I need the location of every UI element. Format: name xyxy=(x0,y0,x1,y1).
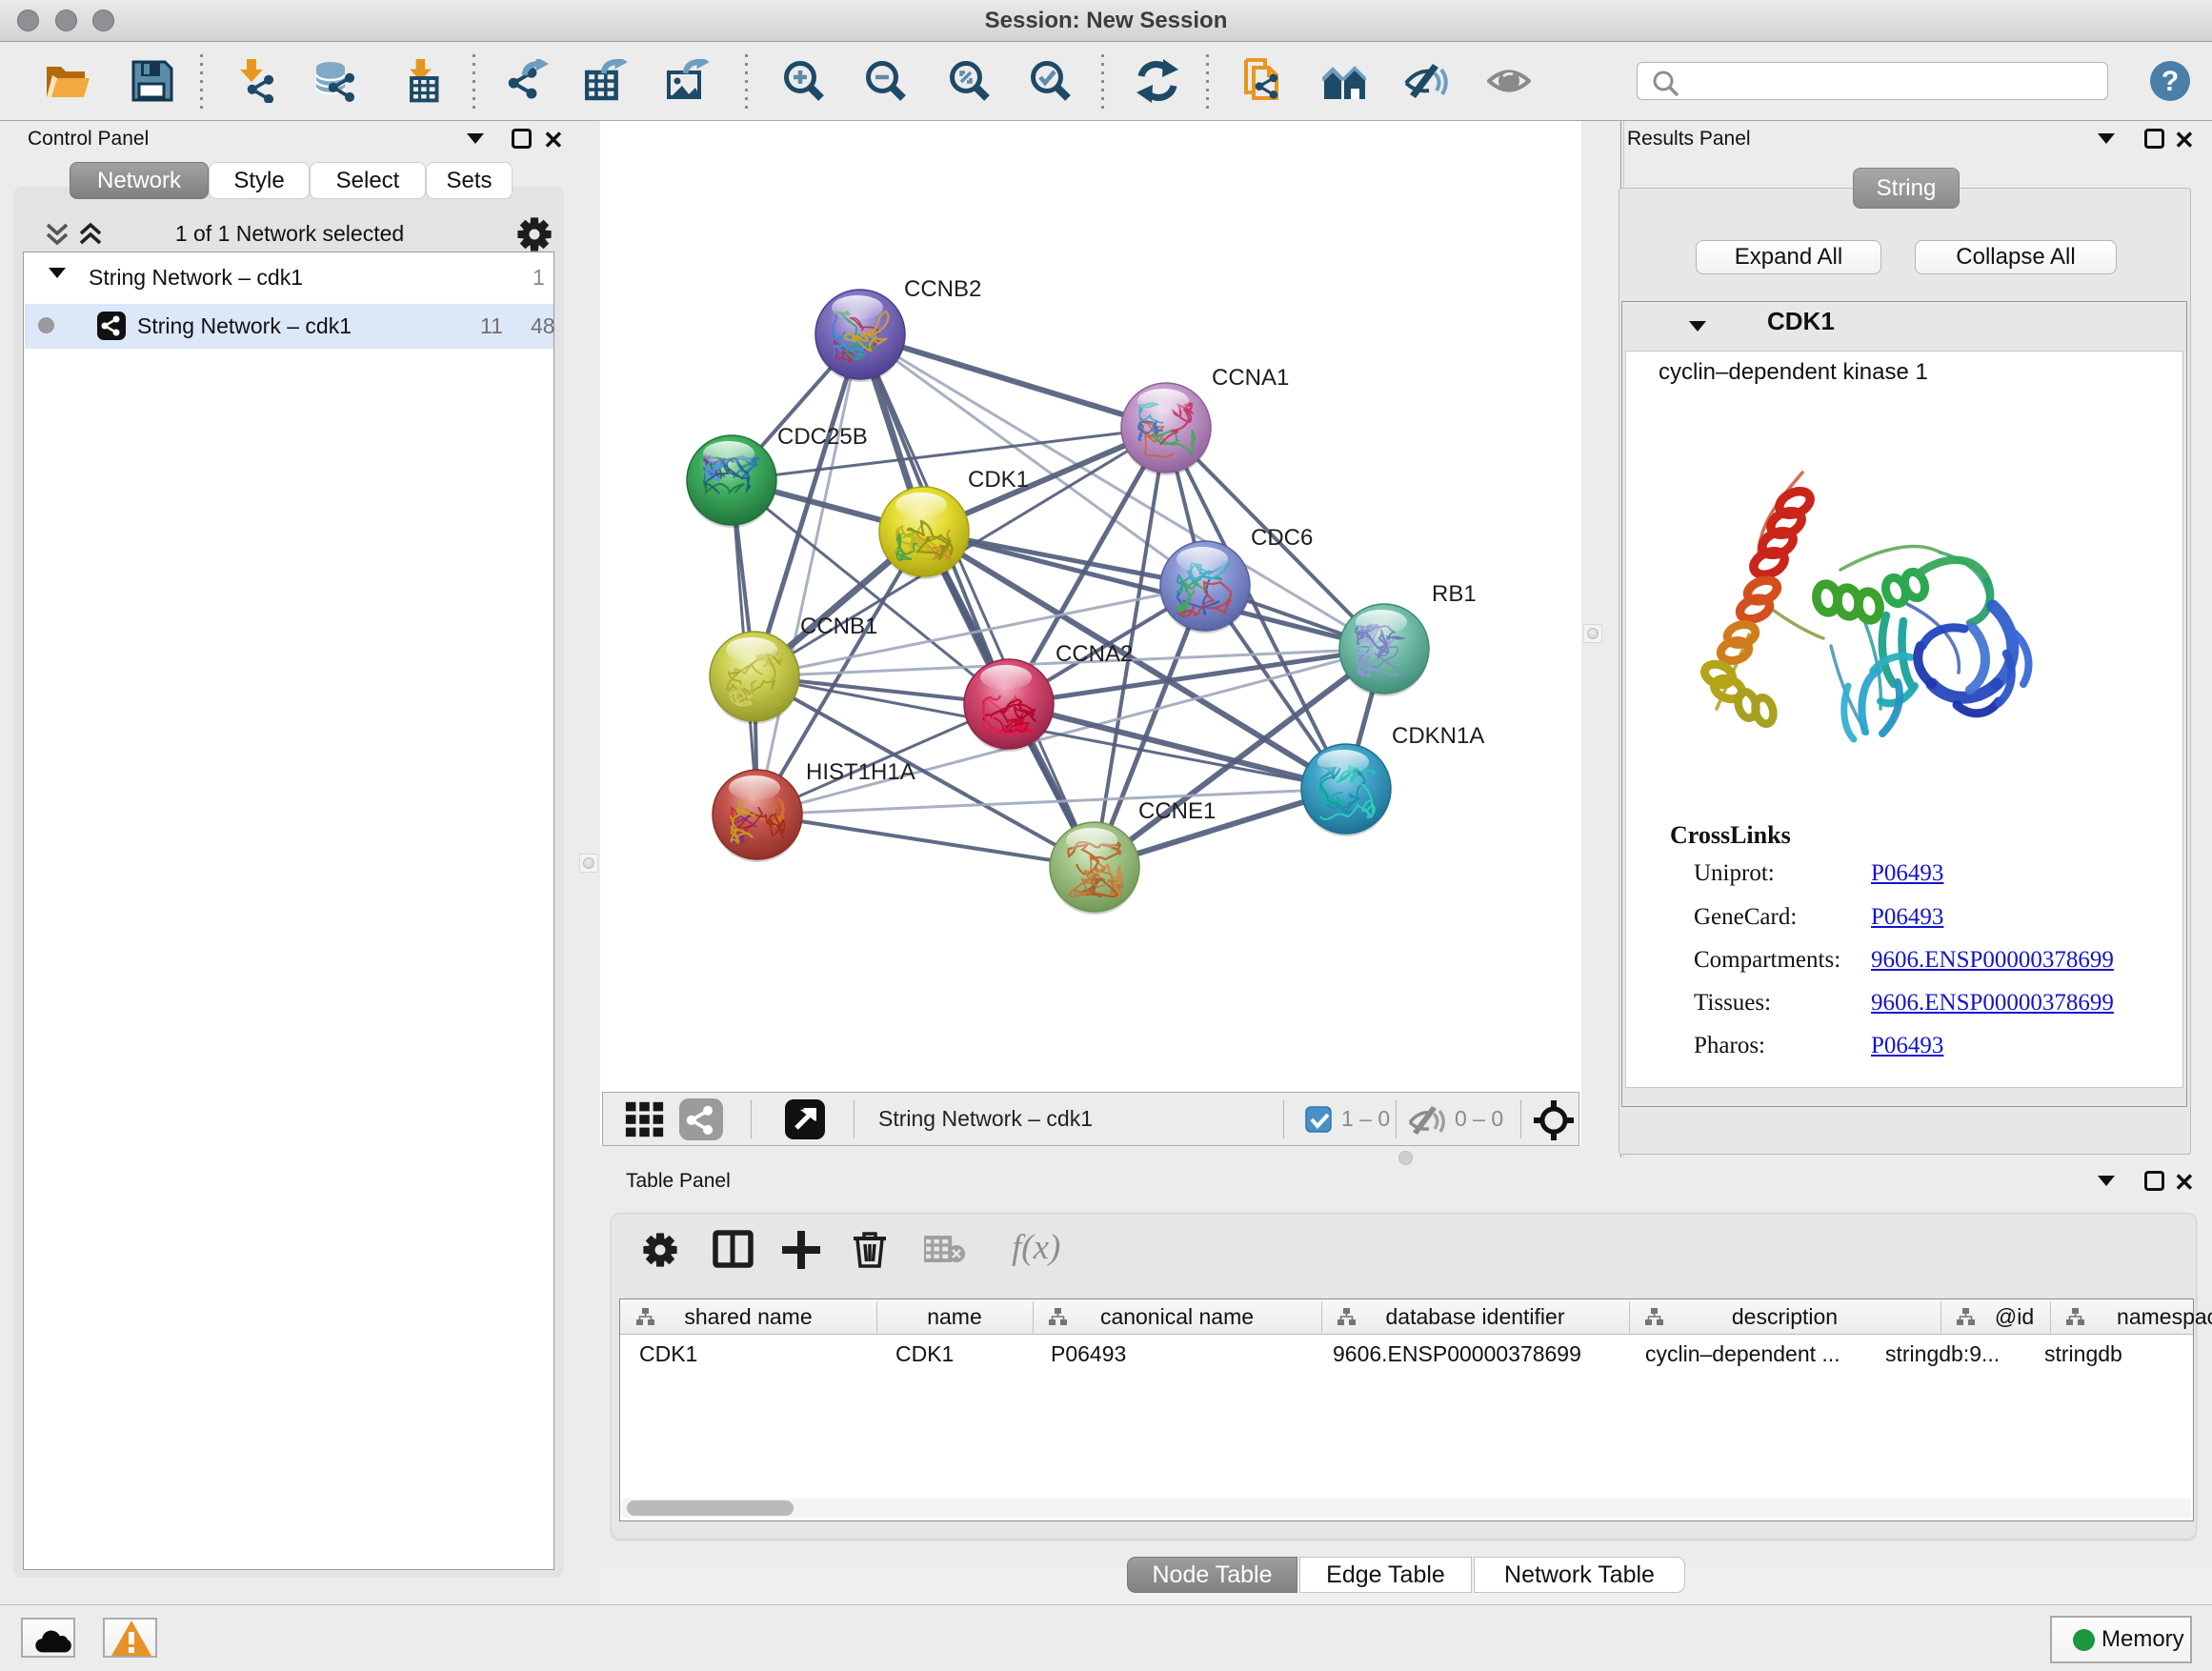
svg-text:CDKN1A: CDKN1A xyxy=(1392,723,1484,749)
svg-text:CCNA1: CCNA1 xyxy=(1212,365,1289,391)
svg-text:CDC25B: CDC25B xyxy=(777,424,868,450)
svg-text:CDC6: CDC6 xyxy=(1251,525,1313,551)
svg-text:CCNA2: CCNA2 xyxy=(1056,641,1133,667)
svg-text:RB1: RB1 xyxy=(1432,581,1477,607)
svg-text:?: ? xyxy=(2162,66,2179,97)
svg-text:CCNB2: CCNB2 xyxy=(904,276,981,302)
svg-text:CDK1: CDK1 xyxy=(968,467,1029,493)
svg-text:CCNE1: CCNE1 xyxy=(1138,798,1216,824)
svg-text:CCNB1: CCNB1 xyxy=(800,614,877,639)
svg-text:HIST1H1A: HIST1H1A xyxy=(806,759,915,785)
